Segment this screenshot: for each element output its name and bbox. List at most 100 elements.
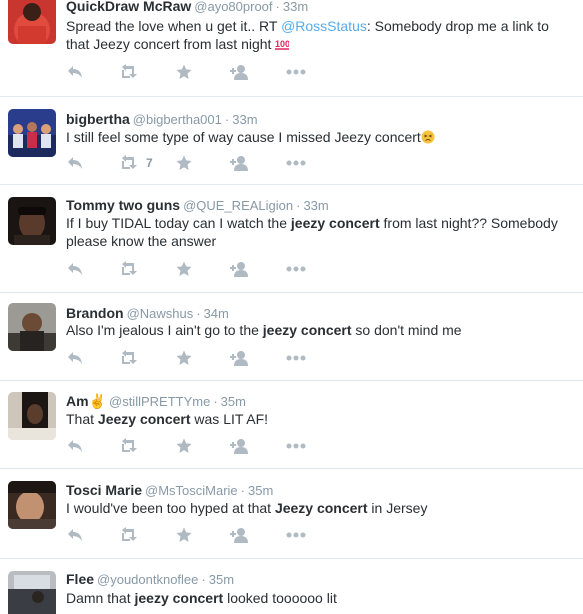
timestamp[interactable]: 35m [209,572,234,587]
tweet-actions [66,260,326,278]
mention-link[interactable]: @RossStatus [281,18,367,34]
tweet[interactable]: Brandon @Nawshus · 34m Also I'm jealous I a… [0,292,583,380]
retweet-button[interactable] [118,63,140,81]
tweet-text-part: was LIT AF! [190,411,269,427]
user-name[interactable]: QuickDraw McRaw [66,0,191,14]
timestamp[interactable]: 35m [248,483,273,498]
reply-button[interactable] [66,63,84,81]
follow-button[interactable] [230,349,250,367]
retweet-icon [118,350,140,366]
user-name[interactable]: Am✌ [66,393,106,409]
tweet-header: Flee @youdontknoflee · 35m [66,570,234,589]
favorite-button[interactable] [176,260,192,278]
tweet[interactable]: Tommy two guns @QUE_REALigion · 33m If I bu… [0,184,583,292]
user-name[interactable]: Tosci Marie [66,482,142,498]
timestamp[interactable]: 33m [283,0,308,14]
tweet[interactable]: bigbertha @bigbertha001 · 33m I still feel … [0,96,583,184]
separator: · [196,306,201,321]
user-handle[interactable]: @MsTosciMarie [145,483,238,498]
separator: · [240,483,245,498]
tweet[interactable]: Tosci Marie @MsTosciMarie · 35m I would've … [0,468,583,558]
separator: · [296,198,301,213]
timeline: QuickDraw McRaw @ayo80proof · 33m Spread th… [0,0,583,614]
favorite-button[interactable] [176,63,192,81]
more-icon [286,532,306,538]
follow-button[interactable] [230,526,250,544]
avatar[interactable] [8,481,56,529]
follow-button[interactable] [230,260,250,278]
follow-icon [230,527,250,543]
favorite-button[interactable] [176,526,192,544]
more-options-button[interactable] [286,349,306,367]
tweet[interactable]: Am✌ @stillPRETTYme · 35m That Jeezy concert… [0,380,583,468]
retweet-button[interactable] [118,437,140,455]
user-handle[interactable]: @QUE_REALigion [183,198,293,213]
favorite-icon [176,155,192,171]
tweet-header: Tommy two guns @QUE_REALigion · 33m [66,196,329,215]
user-name[interactable]: Tommy two guns [66,197,180,213]
tweet-actions [66,437,326,455]
tweet-text-part: in Jersey [367,500,428,516]
reply-button[interactable] [66,437,84,455]
user-name[interactable]: Brandon [66,305,124,321]
user-handle[interactable]: @youdontknoflee [97,572,198,587]
timestamp[interactable]: 34m [204,306,229,321]
retweet-button[interactable] [118,260,140,278]
favorite-icon [176,527,192,543]
more-options-button[interactable] [286,260,306,278]
favorite-button[interactable] [176,349,192,367]
tweet-text-part: I would've been too hyped at that [66,500,275,516]
retweet-icon [118,155,140,171]
more-icon [286,443,306,449]
tweet-text-part: I still feel some type of way cause I mi… [66,129,421,145]
avatar[interactable] [8,303,56,351]
reply-icon [66,261,84,277]
more-options-button[interactable] [286,154,306,172]
separator: · [213,394,218,409]
tweet-text-part: so don't mind me [351,322,462,338]
avatar[interactable] [8,571,56,614]
more-icon [286,69,306,75]
tweet-text: Spread the love when u get it.. RT @Ross… [66,17,571,53]
timestamp[interactable]: 33m [232,112,257,127]
more-options-button[interactable] [286,526,306,544]
retweet-button[interactable] [118,526,140,544]
favorite-button[interactable] [176,437,192,455]
search-highlight: Jeezy concert [274,500,368,516]
timestamp[interactable]: 35m [221,394,246,409]
more-options-button[interactable] [286,63,306,81]
user-handle[interactable]: @stillPRETTYme [109,394,210,409]
user-name[interactable]: bigbertha [66,111,130,127]
user-handle[interactable]: @Nawshus [127,306,194,321]
reply-button[interactable] [66,260,84,278]
search-highlight: Jeezy concert [97,411,191,427]
tweet[interactable]: Flee @youdontknoflee · 35m Damn that jeezy … [0,558,583,614]
follow-button[interactable] [230,437,250,455]
100-emoji: 100 [275,39,290,50]
tweet[interactable]: QuickDraw McRaw @ayo80proof · 33m Spread th… [0,0,583,96]
timestamp[interactable]: 33m [303,198,328,213]
user-name[interactable]: Flee [66,571,94,587]
user-handle[interactable]: @bigbertha001 [133,112,222,127]
follow-button[interactable] [230,154,250,172]
reply-button[interactable] [66,154,84,172]
more-icon [286,266,306,272]
persevering-face-emoji [421,130,435,144]
avatar[interactable] [8,0,56,44]
retweet-button[interactable] [118,349,140,367]
tweet-text-part: Spread the love when u get it.. RT [66,18,282,34]
avatar[interactable] [8,109,56,157]
reply-button[interactable] [66,349,84,367]
separator: · [224,112,230,127]
avatar[interactable] [8,197,56,245]
follow-button[interactable] [230,63,250,81]
reply-button[interactable] [66,526,84,544]
user-handle[interactable]: @ayo80proof [194,0,272,14]
tweet-text: Also I'm jealous I ain't go to the jeezy… [66,321,571,339]
reply-icon [66,155,84,171]
avatar[interactable] [8,392,56,440]
favorite-button[interactable] [176,154,192,172]
more-icon [286,160,306,166]
more-options-button[interactable] [286,437,306,455]
retweet-button[interactable]: 7 [118,154,153,172]
